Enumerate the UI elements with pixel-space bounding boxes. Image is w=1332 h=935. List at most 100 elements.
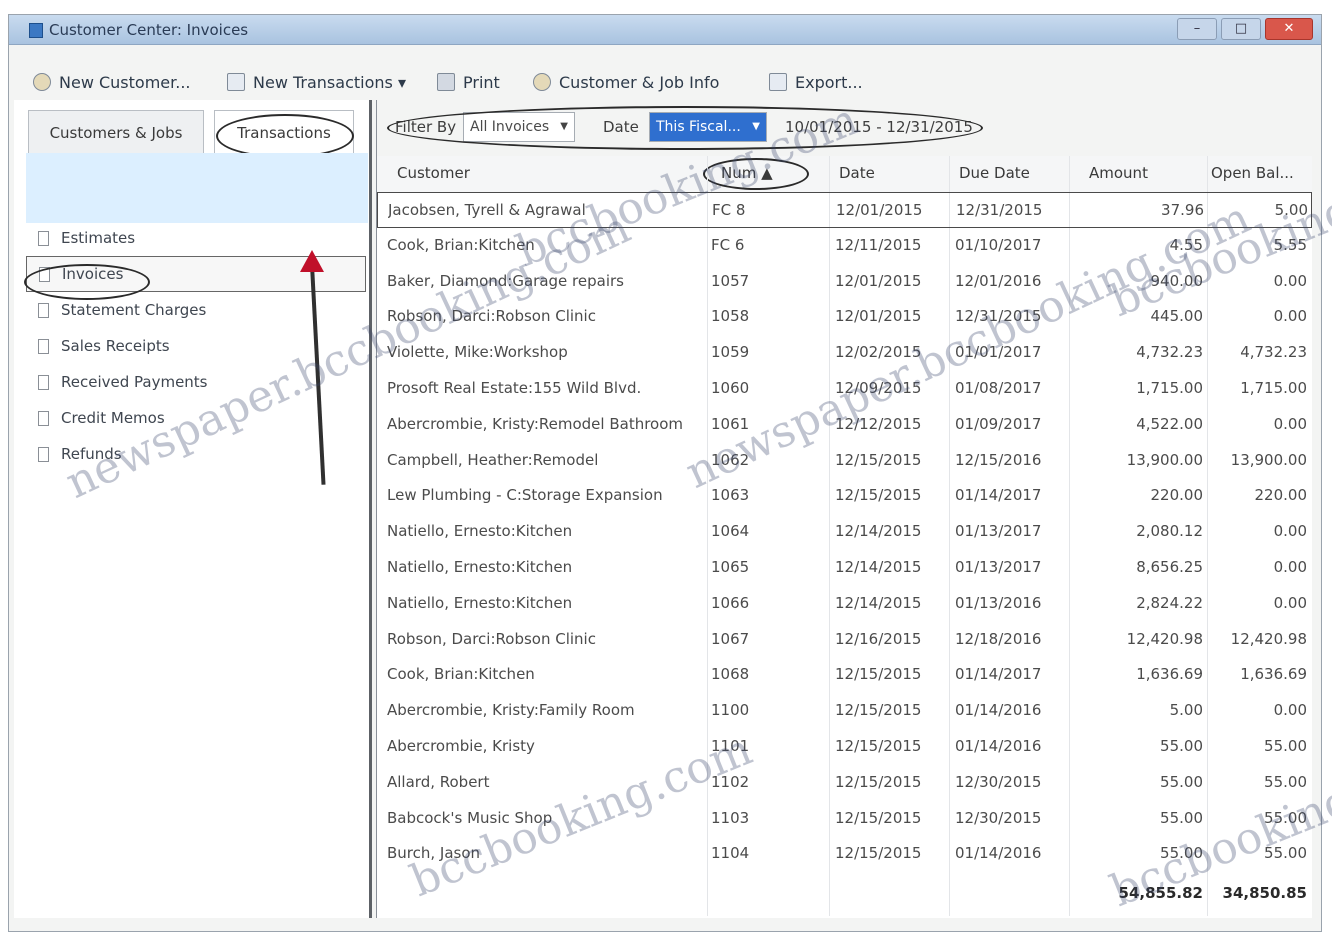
cell-date: 12/15/2015: [835, 665, 922, 684]
table-row[interactable]: Cook, Brian:Kitchen FC 6 12/11/2015 01/10/2…: [377, 228, 1312, 264]
table-row[interactable]: Natiello, Ernesto:Kitchen 1065 12/14/2015 0…: [377, 550, 1312, 586]
table-row[interactable]: Babcock's Music Shop 1103 12/15/2015 12/30/…: [377, 801, 1312, 837]
document-icon: [38, 230, 49, 246]
document-icon: [38, 446, 49, 462]
cell-customer: Jacobsen, Tyrell & Agrawal: [388, 201, 586, 219]
customer-job-info-button[interactable]: Customer & Job Info: [533, 69, 719, 95]
cell-customer: Cook, Brian:Kitchen: [387, 665, 535, 684]
cell-num: 1064: [711, 522, 750, 541]
table-row[interactable]: Campbell, Heather:Remodel 1062 12/15/2015 1…: [377, 443, 1312, 479]
invoice-list-panel: Filter By All Invoices ▼ Date This Fisca…: [376, 100, 1312, 918]
table-row[interactable]: Allard, Robert 1102 12/15/2015 12/30/2015 55…: [377, 765, 1312, 801]
app-icon: [29, 23, 43, 38]
nav-item-refunds[interactable]: Refunds: [26, 436, 366, 472]
cell-customer: Baker, Diamond:Garage repairs: [387, 271, 624, 290]
minimize-button[interactable]: –: [1177, 18, 1217, 40]
table-row[interactable]: Burch, Jason 1104 12/15/2015 01/14/2016 55.0…: [377, 836, 1312, 872]
cell-customer: Robson, Darci:Robson Clinic: [387, 307, 596, 326]
document-icon: [39, 266, 50, 282]
cell-customer: Abercrombie, Kristy:Remodel Bathroom: [387, 414, 684, 433]
maximize-button[interactable]: □: [1221, 18, 1261, 40]
column-header-amount[interactable]: Amount: [1089, 164, 1148, 182]
new-customer-button[interactable]: New Customer...: [33, 69, 191, 95]
cell-num: 1065: [711, 557, 750, 576]
cell-due-date: 12/31/2015: [955, 307, 1042, 326]
cell-amount: 55.00: [1160, 736, 1203, 755]
cell-customer: Natiello, Ernesto:Kitchen: [387, 522, 573, 541]
title-bar[interactable]: Customer Center: Invoices – □ ✕: [9, 15, 1321, 45]
cell-customer: Lew Plumbing - C:Storage Expansion: [387, 486, 663, 505]
cell-open-balance: 0.00: [1273, 307, 1307, 326]
customer-job-info-label: Customer & Job Info: [559, 72, 720, 92]
cell-amount: 55.00: [1160, 772, 1203, 791]
table-row[interactable]: Abercrombie, Kristy:Family Room 1100 12/15…: [377, 693, 1312, 729]
customer-info-icon: [533, 73, 551, 91]
cell-due-date: 01/09/2017: [955, 414, 1042, 433]
print-button[interactable]: Print: [437, 69, 500, 95]
cell-customer: Abercrombie, Kristy: [387, 736, 535, 755]
new-transactions-button[interactable]: New Transactions ▾: [227, 69, 406, 95]
nav-item-label: Received Payments: [61, 373, 208, 391]
close-button[interactable]: ✕: [1265, 18, 1313, 40]
table-row[interactable]: Jacobsen, Tyrell & Agrawal FC 8 12/01/2015…: [377, 192, 1312, 228]
cell-open-balance: 55.00: [1264, 808, 1307, 827]
column-header-customer[interactable]: Customer: [397, 164, 470, 182]
filter-by-value: All Invoices: [470, 119, 550, 135]
table-row[interactable]: Violette, Mike:Workshop 1059 12/02/2015 01/…: [377, 335, 1312, 371]
cell-amount: 55.00: [1160, 808, 1203, 827]
cell-amount: 13,900.00: [1126, 450, 1203, 469]
nav-item-credit-memos[interactable]: Credit Memos: [26, 400, 366, 436]
table-row[interactable]: Cook, Brian:Kitchen 1068 12/15/2015 01/14/2…: [377, 657, 1312, 693]
cell-num: 1102: [711, 772, 750, 791]
cell-due-date: 01/08/2017: [955, 378, 1042, 397]
cell-customer: Babcock's Music Shop: [387, 808, 553, 827]
cell-due-date: 01/14/2016: [955, 701, 1042, 720]
cell-due-date: 01/13/2017: [955, 557, 1042, 576]
cell-date: 12/01/2015: [835, 307, 922, 326]
left-panel: Customers & Jobs Transactions Estimates …: [14, 100, 372, 918]
table-row[interactable]: Abercrombie, Kristy:Remodel Bathroom 1061…: [377, 407, 1312, 443]
table-header: Customer Num ▲ Date Due Date Amount Open…: [377, 156, 1312, 193]
cell-open-balance: 0.00: [1273, 557, 1307, 576]
table-row[interactable]: Lew Plumbing - C:Storage Expansion 1063 12…: [377, 478, 1312, 514]
cell-date: 12/15/2015: [835, 701, 922, 720]
table-row[interactable]: Abercrombie, Kristy 1101 12/15/2015 01/14/2…: [377, 729, 1312, 765]
filter-by-select[interactable]: All Invoices ▼: [463, 112, 575, 142]
cell-due-date: 12/15/2016: [955, 450, 1042, 469]
cell-num: 1067: [711, 629, 750, 648]
table-row[interactable]: Prosoft Real Estate:155 Wild Blvd. 1060 12…: [377, 371, 1312, 407]
table-row[interactable]: Robson, Darci:Robson Clinic 1067 12/16/201…: [377, 622, 1312, 658]
column-header-due-date[interactable]: Due Date: [959, 164, 1030, 182]
export-button[interactable]: Export...: [769, 69, 863, 95]
table-row[interactable]: Baker, Diamond:Garage repairs 1057 12/01/2…: [377, 264, 1312, 300]
nav-item-label: Estimates: [61, 229, 136, 247]
date-select[interactable]: This Fiscal... ▼: [649, 112, 767, 142]
cell-num: 1062: [711, 450, 750, 469]
column-header-num[interactable]: Num ▲: [721, 164, 773, 182]
tab-transactions[interactable]: Transactions: [214, 110, 354, 154]
cell-open-balance: 55.00: [1264, 736, 1307, 755]
cell-open-balance: 5.00: [1274, 201, 1308, 219]
cell-due-date: 01/14/2016: [955, 844, 1042, 863]
cell-num: FC 8: [712, 201, 746, 219]
column-header-open-balance[interactable]: Open Bal...: [1211, 164, 1294, 182]
table-row[interactable]: Natiello, Ernesto:Kitchen 1064 12/14/2015 0…: [377, 514, 1312, 550]
cell-amount: 55.00: [1160, 844, 1203, 863]
cell-date: 12/01/2015: [836, 201, 923, 219]
cell-due-date: 01/14/2016: [955, 736, 1042, 755]
new-transaction-icon: [227, 73, 245, 91]
column-header-date[interactable]: Date: [839, 164, 875, 182]
cell-open-balance: 0.00: [1273, 271, 1307, 290]
table-row[interactable]: Robson, Darci:Robson Clinic 1058 12/01/201…: [377, 299, 1312, 335]
table-row[interactable]: Natiello, Ernesto:Kitchen 1066 12/14/2015 0…: [377, 586, 1312, 622]
cell-amount: 220.00: [1150, 486, 1204, 505]
cell-num: 1058: [711, 307, 750, 326]
cell-customer: Allard, Robert: [387, 772, 490, 791]
cell-date: 12/15/2015: [835, 450, 922, 469]
tab-customers-jobs[interactable]: Customers & Jobs: [28, 110, 204, 154]
cell-due-date: 01/01/2017: [955, 343, 1042, 362]
document-icon: [38, 338, 49, 354]
cell-due-date: 01/13/2016: [955, 593, 1042, 612]
total-open-balance: 34,850.85: [1222, 884, 1307, 902]
cell-num: 1057: [711, 271, 750, 290]
